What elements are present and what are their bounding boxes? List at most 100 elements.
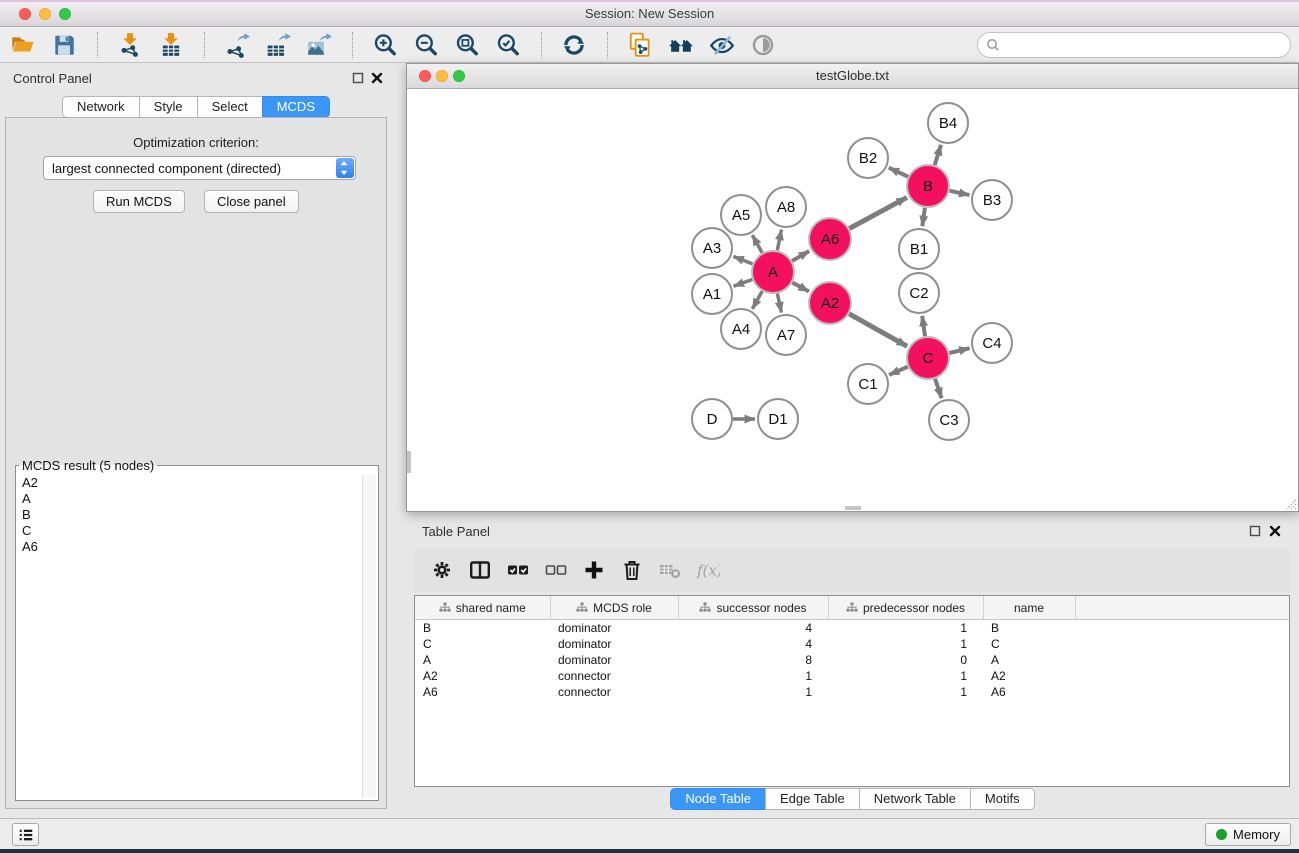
graph-node-B1[interactable]: B1 <box>899 229 939 269</box>
cell-predecessor-nodes[interactable]: 1 <box>828 620 983 637</box>
cell-shared-name[interactable]: A2 <box>415 668 550 684</box>
cell-name[interactable]: A2 <box>983 668 1075 684</box>
close-window-button[interactable] <box>19 8 31 20</box>
graph-edge-B-B1[interactable] <box>922 208 925 226</box>
close-panel-button[interactable]: Close panel <box>204 190 299 213</box>
graph-edge-C-C1[interactable] <box>889 367 908 375</box>
graph-edge-A-A6[interactable] <box>792 251 809 261</box>
network-zoom-button[interactable] <box>453 70 465 82</box>
graph-edge-A-A1[interactable] <box>734 280 753 287</box>
graph-node-A6[interactable]: A6 <box>809 218 851 260</box>
graph-node-B3[interactable]: B3 <box>972 180 1012 220</box>
delete-row-button[interactable] <box>620 558 644 582</box>
graph-edge-A-A2[interactable] <box>792 283 809 292</box>
graph-node-A7[interactable]: A7 <box>766 315 806 355</box>
cell-MCDS-role[interactable]: connector <box>550 668 678 684</box>
tab-select[interactable]: Select <box>197 96 263 118</box>
show-all-button[interactable] <box>748 30 780 60</box>
graph-node-A2[interactable]: A2 <box>809 282 851 324</box>
run-mcds-button[interactable]: Run MCDS <box>93 190 185 213</box>
cell-shared-name[interactable]: B <box>415 620 550 637</box>
cell-shared-name[interactable]: A <box>415 652 550 668</box>
mcds-result-item[interactable]: A2 <box>22 475 358 491</box>
save-session-button[interactable] <box>49 30 81 60</box>
zoom-out-button[interactable] <box>411 30 443 60</box>
graph-node-C[interactable]: C <box>907 337 949 379</box>
network-canvas[interactable]: B4B2BB3A8A5A6B1A3AA1C2A2A4A7C4CC1C3DD1 <box>407 89 1298 511</box>
float-table-panel-icon[interactable] <box>1247 525 1263 539</box>
graph-node-A[interactable]: A <box>752 251 794 293</box>
graph-edge-C-C4[interactable] <box>949 348 969 353</box>
network-window-titlebar[interactable]: testGlobe.txt <box>407 64 1298 89</box>
tab-network[interactable]: Network <box>62 96 140 118</box>
resize-grip-icon[interactable] <box>1283 496 1297 510</box>
search-input[interactable] <box>1000 36 1282 53</box>
columns-button[interactable] <box>468 558 492 582</box>
table-row[interactable]: A6connector11A6 <box>415 684 1289 700</box>
first-neighbors-button[interactable] <box>666 30 698 60</box>
graph-node-C2[interactable]: C2 <box>899 273 939 313</box>
minimize-window-button[interactable] <box>39 8 51 20</box>
zoom-in-button[interactable] <box>370 30 402 60</box>
zoom-window-button[interactable] <box>59 8 71 20</box>
settings-button[interactable] <box>430 558 454 582</box>
select-all-button[interactable] <box>506 558 530 582</box>
network-minimize-button[interactable] <box>436 70 448 82</box>
mcds-result-item[interactable]: A <box>22 491 358 507</box>
graph-node-B[interactable]: B <box>907 165 949 207</box>
graph-node-B2[interactable]: B2 <box>848 138 888 178</box>
cell-name[interactable]: B <box>983 620 1075 637</box>
graph-edge-B-B4[interactable] <box>935 145 941 165</box>
cell-predecessor-nodes[interactable]: 1 <box>828 668 983 684</box>
task-history-button[interactable] <box>12 823 39 846</box>
graph-edge-A-A3[interactable] <box>733 256 752 264</box>
graph-edge-A6-B[interactable] <box>849 197 907 228</box>
column-header-name[interactable]: name <box>983 596 1075 620</box>
cell-shared-name[interactable]: C <box>415 636 550 652</box>
close-table-panel-icon[interactable] <box>1267 525 1283 539</box>
cell-successor-nodes[interactable]: 4 <box>678 620 828 637</box>
tab-style[interactable]: Style <box>139 96 198 118</box>
zoom-selected-button[interactable] <box>493 30 525 60</box>
graph-edge-A-A4[interactable] <box>752 291 762 309</box>
cell-MCDS-role[interactable]: dominator <box>550 636 678 652</box>
table-row[interactable]: Cdominator41C <box>415 636 1289 652</box>
network-close-button[interactable] <box>419 70 431 82</box>
cell-shared-name[interactable]: A6 <box>415 684 550 700</box>
graph-edge-B-B2[interactable] <box>889 168 908 177</box>
graph-node-C4[interactable]: C4 <box>972 323 1012 363</box>
cell-MCDS-role[interactable]: dominator <box>550 620 678 637</box>
cell-predecessor-nodes[interactable]: 1 <box>828 636 983 652</box>
export-image-button[interactable] <box>304 30 336 60</box>
memory-button[interactable]: Memory <box>1205 823 1291 846</box>
tab-network-table[interactable]: Network Table <box>859 788 971 810</box>
tab-mcds[interactable]: MCDS <box>262 96 330 118</box>
cell-MCDS-role[interactable]: dominator <box>550 652 678 668</box>
float-panel-icon[interactable] <box>350 72 366 86</box>
cell-name[interactable]: A6 <box>983 684 1075 700</box>
table-row[interactable]: A2connector11A2 <box>415 668 1289 684</box>
open-session-button[interactable] <box>8 30 40 60</box>
duplicate-network-button[interactable] <box>625 30 657 60</box>
refresh-view-button[interactable] <box>559 30 591 60</box>
hide-selected-button[interactable] <box>707 30 739 60</box>
graph-node-A4[interactable]: A4 <box>721 309 761 349</box>
graph-edge-A-A8[interactable] <box>777 230 781 251</box>
graph-node-C3[interactable]: C3 <box>929 400 969 440</box>
cell-predecessor-nodes[interactable]: 0 <box>828 652 983 668</box>
graph-node-B4[interactable]: B4 <box>928 103 968 143</box>
cell-MCDS-role[interactable]: connector <box>550 684 678 700</box>
import-table-button[interactable] <box>156 30 188 60</box>
graph-edge-C-C3[interactable] <box>935 379 942 398</box>
graph-node-A5[interactable]: A5 <box>721 195 761 235</box>
close-panel-icon[interactable] <box>369 72 385 86</box>
cell-name[interactable]: A <box>983 652 1075 668</box>
column-header-shared-name[interactable]: shared name <box>415 596 550 620</box>
cell-successor-nodes[interactable]: 8 <box>678 652 828 668</box>
tab-edge-table[interactable]: Edge Table <box>765 788 860 810</box>
cell-successor-nodes[interactable]: 4 <box>678 636 828 652</box>
optimization-criterion-select[interactable]: largest connected component (directed) <box>43 156 356 180</box>
graph-edge-A-A7[interactable] <box>777 294 781 313</box>
zoom-fit-button[interactable] <box>452 30 484 60</box>
cell-successor-nodes[interactable]: 1 <box>678 684 828 700</box>
